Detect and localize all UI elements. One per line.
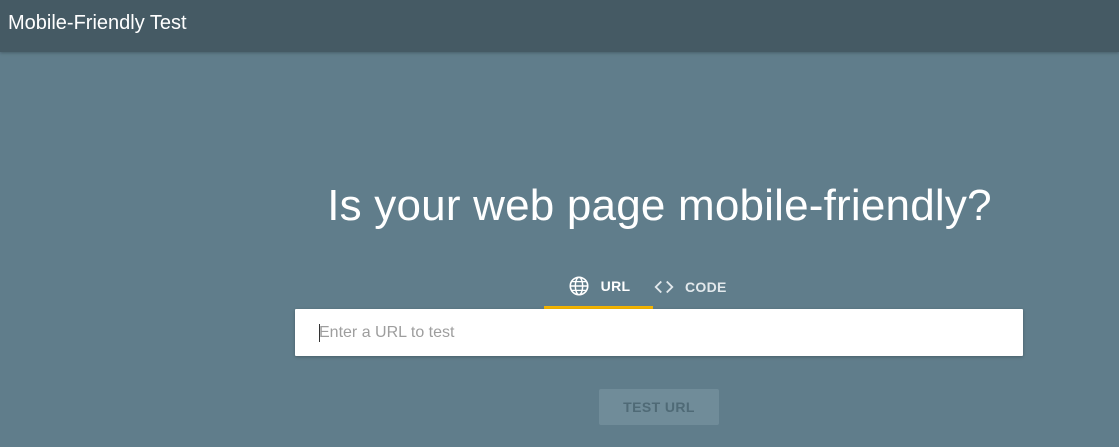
url-input[interactable]	[295, 309, 1023, 356]
app-title: Mobile-Friendly Test	[8, 12, 187, 34]
text-caret	[319, 324, 320, 342]
app-header: Mobile-Friendly Test	[0, 0, 1119, 52]
code-brackets-icon	[653, 275, 675, 299]
test-url-button[interactable]: TEST URL	[599, 389, 719, 425]
url-input-container	[295, 309, 1023, 356]
page-headline: Is your web page mobile-friendly?	[327, 181, 992, 230]
tab-code-label: CODE	[685, 279, 727, 295]
tab-code[interactable]: CODE	[519, 262, 726, 309]
input-mode-tabs: URL CODE	[544, 262, 726, 309]
